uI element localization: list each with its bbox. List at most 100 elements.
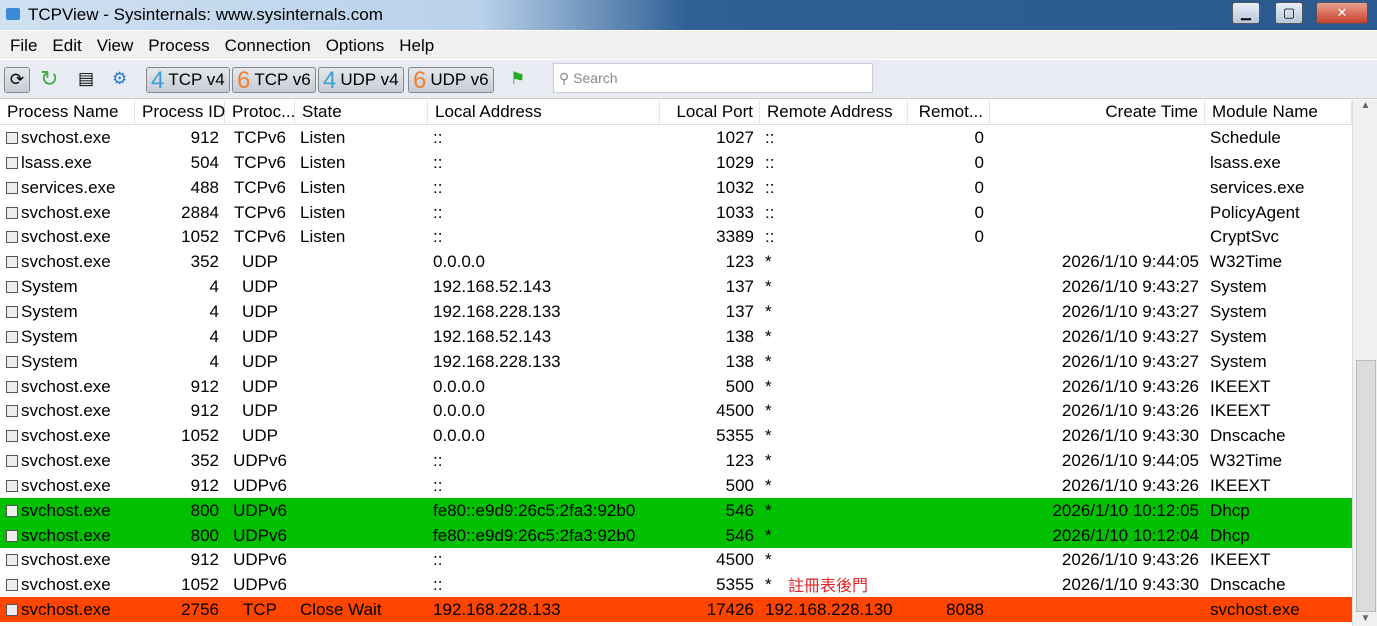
process-id-cell: 2756 [135,597,225,622]
udp-v6-toggle[interactable]: 6 UDP v6 [408,67,494,93]
process-id-text: 352 [190,451,219,471]
column-header-create-time[interactable]: Create Time [990,100,1205,124]
remote-port-cell [908,547,990,572]
vertical-scrollbar[interactable]: ▲ ▼ [1352,100,1377,626]
local-address-text: 192.168.52.143 [433,277,552,297]
column-header-module-name[interactable]: Module Name [1205,100,1352,124]
process-id-cell: 912 [135,374,225,399]
tcp-v4-toggle[interactable]: 4 TCP v4 [146,67,230,93]
udp-v4-toggle[interactable]: 4 UDP v4 [318,67,404,93]
minimize-button[interactable]: ▁ [1232,2,1260,24]
tcp-v6-toggle[interactable]: 6 TCP v6 [232,67,316,93]
table-row[interactable]: svchost.exe 2756 TCP Close Wait 192.168.228.… [0,597,1352,623]
module-name-cell: System [1205,349,1352,374]
search-input[interactable]: ⚲ Search [553,63,873,93]
remote-address-text: * [765,326,772,346]
refresh-rate-icon[interactable]: ⟳ [4,67,30,93]
state-cell: Listen [295,175,428,200]
state-cell [295,498,428,523]
process-id-cell: 352 [135,448,225,473]
local-port-cell: 4500 [660,398,760,423]
table-row[interactable]: System 4 UDP 192.168.52.143 138 * 2026/1/10 9:… [0,324,1352,349]
process-name-cell: svchost.exe [0,249,135,274]
table-row[interactable]: svchost.exe 800 UDPv6 fe80::e9d9:26c5:2fa3:… [0,497,1352,523]
process-icon [6,132,18,144]
local-port-cell: 17426 [660,597,760,622]
process-name-cell: svchost.exe [0,547,135,572]
maximize-button[interactable]: ▢ [1275,2,1303,24]
column-header-process-name[interactable]: Process Name [0,100,135,124]
local-address-text: :: [433,550,443,570]
local-address-cell: :: [428,224,660,249]
protocol-cell: TCPv6 [225,200,295,225]
scroll-up-icon[interactable]: ▲ [1353,100,1377,111]
process-id-cell: 352 [135,249,225,274]
process-name-text: svchost.exe [21,525,111,545]
table-row[interactable]: svchost.exe 1052 TCPv6 Listen:: 3389:: 0 Crypt… [0,224,1352,249]
scroll-down-icon[interactable]: ▼ [1353,613,1377,624]
table-row[interactable]: svchost.exe 1052 UDPv6:: 5355 * 2026/1/10 9:4… [0,572,1352,597]
table-row[interactable]: svchost.exe 800 UDPv6 fe80::e9d9:26c5:2fa3:… [0,522,1352,548]
table-row[interactable]: System 4 UDP 192.168.52.143 137 * 2026/1/10 9:… [0,274,1352,299]
table-row[interactable]: svchost.exe 352 UDPv6:: 123 * 2026/1/10 9:44:… [0,448,1352,473]
menu-options[interactable]: Options [316,31,390,56]
process-id-cell: 912 [135,473,225,498]
column-header-remote-port[interactable]: Remot... [908,100,990,124]
table-row[interactable]: System 4 UDP 192.168.228.133 137 * 2026/1/10 9… [0,299,1352,324]
local-address-text: :: [433,227,443,247]
column-header-process-id[interactable]: Process ID [135,100,225,124]
table-row[interactable]: System 4 UDP 192.168.228.133 138 * 2026/1/10 9… [0,349,1352,374]
create-time-text: 2026/1/10 10:12:05 [1052,500,1199,520]
menu-file[interactable]: File [0,31,42,56]
column-header-local-port[interactable]: Local Port [660,100,760,124]
column-header-local-address[interactable]: Local Address [428,100,660,124]
column-header-state[interactable]: State [295,100,428,124]
remote-address-cell: * [760,274,908,299]
flag-icon[interactable]: ⚑ [510,67,525,91]
protocol-cell: UDP [225,274,295,299]
table-row[interactable]: svchost.exe 1052 UDP 0.0.0.0 5355 * 2026/1/10 … [0,423,1352,448]
process-icon [6,579,18,592]
protocol-cell: UDP [225,398,295,423]
protocol-text: UDP [242,301,278,321]
create-time-text: 2026/1/10 9:43:27 [1061,351,1199,371]
local-port-cell: 138 [660,349,760,374]
table-row[interactable]: svchost.exe 352 UDP 0.0.0.0 123 * 2026/1/10 9:… [0,249,1352,274]
table-row[interactable]: svchost.exe 912 UDP 0.0.0.0 4500 * 2026/1/10 9… [0,398,1352,423]
remote-address-text: * [765,550,772,570]
table-row[interactable]: services.exe 488 TCPv6 Listen:: 1032:: 0 servi… [0,175,1352,200]
process-name-cell: svchost.exe [0,398,135,423]
settings-window-icon[interactable]: ▤ [78,67,94,91]
table-row[interactable]: svchost.exe 2884 TCPv6 Listen:: 1033:: 0 Polic… [0,200,1352,225]
process-id-text: 504 [190,152,219,172]
process-id-text: 912 [190,475,219,495]
remote-port-cell [908,249,990,274]
process-settings-icon[interactable]: ⚙ [112,67,127,91]
table-row[interactable]: svchost.exe 912 TCPv6 Listen:: 1027:: 0 Schedu… [0,125,1352,150]
column-header-remote-address[interactable]: Remote Address [760,100,908,124]
table-row[interactable]: svchost.exe 912 UDPv6:: 500 * 2026/1/10 9:43:… [0,473,1352,498]
close-button[interactable]: ✕ [1316,2,1368,24]
process-name-text: svchost.exe [21,227,111,247]
process-icon [6,504,18,517]
module-name-cell: svchost.exe [1205,597,1352,622]
table-row[interactable]: svchost.exe 912 UDPv6:: 4500 * 2026/1/10 9:43… [0,547,1352,572]
module-name-text: PolicyAgent [1210,202,1300,222]
menu-connection[interactable]: Connection [215,31,316,56]
local-address-text: :: [433,475,443,495]
table-row[interactable]: svchost.exe 912 UDP 0.0.0.0 500 * 2026/1/10 9:… [0,374,1352,399]
process-id-cell: 4 [135,274,225,299]
menu-help[interactable]: Help [389,31,439,56]
menu-view[interactable]: View [87,31,139,56]
refresh-icon[interactable]: ↻ [40,67,58,91]
menu-process[interactable]: Process [138,31,214,56]
menu-edit[interactable]: Edit [42,31,86,56]
protocol-text: TCPv6 [234,227,286,247]
remote-address-text: * [765,376,772,396]
table-row[interactable]: lsass.exe 504 TCPv6 Listen:: 1029:: 0 lsass.ex… [0,150,1352,175]
column-header-protocol[interactable]: Protoc... [225,100,295,124]
scrollbar-thumb[interactable] [1356,360,1376,612]
module-name-cell: IKEEXT [1205,398,1352,423]
protocol-text: UDP [242,426,278,446]
local-port-cell: 500 [660,374,760,399]
